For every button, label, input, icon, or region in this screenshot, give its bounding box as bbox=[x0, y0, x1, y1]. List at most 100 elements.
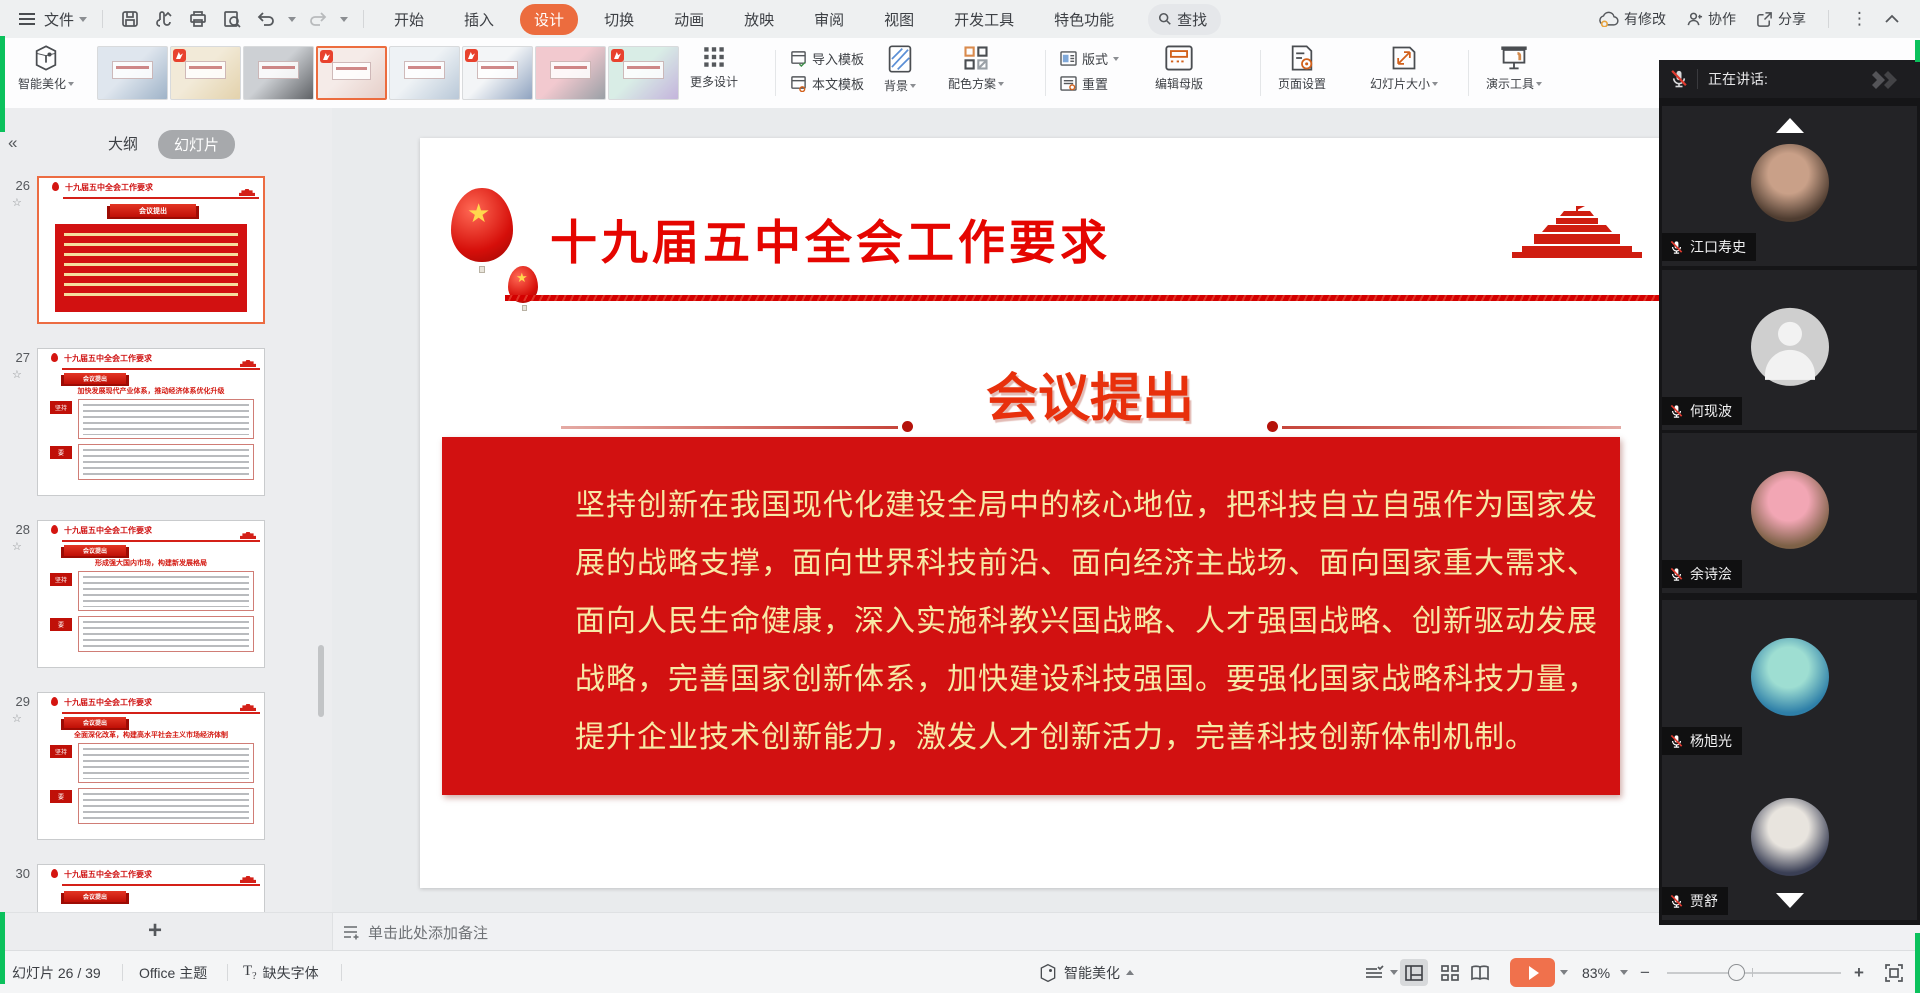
reading-view-button[interactable] bbox=[1466, 959, 1494, 986]
template-thumbnail-8[interactable] bbox=[608, 46, 679, 100]
share-button[interactable]: 分享 bbox=[1748, 9, 1814, 29]
template-preview-block bbox=[258, 61, 299, 79]
collapse-panel-button[interactable]: « bbox=[8, 133, 17, 153]
slide-thumbnail-26[interactable]: 十九届五中全会工作要求会议提出 bbox=[37, 176, 265, 324]
template-thumbnail-3[interactable] bbox=[243, 46, 314, 100]
file-menu[interactable]: 文件 bbox=[44, 9, 74, 30]
tab-outline[interactable]: 大纲 bbox=[108, 133, 138, 154]
zoom-slider-track[interactable] bbox=[1667, 972, 1841, 974]
more-designs-button[interactable]: 更多设计 bbox=[690, 44, 738, 90]
hamburger-menu-icon[interactable] bbox=[17, 9, 37, 29]
background-button[interactable]: 背景 bbox=[884, 44, 916, 94]
slideshow-play-button[interactable] bbox=[1510, 958, 1555, 987]
template-thumbnail-7[interactable] bbox=[535, 46, 606, 100]
file-menu-caret[interactable] bbox=[79, 17, 87, 22]
avatar bbox=[1751, 308, 1829, 386]
print-icon[interactable] bbox=[188, 9, 208, 29]
participant-tile-2[interactable]: 何现波 bbox=[1662, 270, 1917, 430]
menu-tab-5[interactable]: 动画 bbox=[660, 4, 718, 35]
edit-master-button[interactable]: 编辑母版 bbox=[1155, 44, 1203, 92]
slide-number-30: 30 bbox=[6, 866, 30, 881]
modified-status[interactable]: 有修改 bbox=[1591, 9, 1674, 29]
zoom-caret[interactable] bbox=[1620, 970, 1628, 975]
menu-tab-8[interactable]: 视图 bbox=[870, 4, 928, 35]
page-setup-label: 页面设置 bbox=[1278, 75, 1326, 92]
undo-icon[interactable] bbox=[256, 9, 276, 29]
quick-access-caret[interactable] bbox=[340, 17, 348, 22]
add-slide-button[interactable]: + bbox=[148, 917, 162, 945]
menu-tab-7[interactable]: 审阅 bbox=[800, 4, 858, 35]
template-thumbnail-5[interactable] bbox=[389, 46, 460, 100]
fit-screen-button[interactable] bbox=[1880, 959, 1908, 986]
color-scheme-button[interactable]: 配色方案 bbox=[948, 44, 1004, 92]
theme-name[interactable]: Office 主题 bbox=[139, 951, 207, 993]
smart-beautify-button[interactable]: 智能美化 bbox=[18, 44, 74, 92]
slide-26[interactable]: ★ ★ 十九届五中全会工作要求 bbox=[420, 138, 1660, 888]
present-tools-button[interactable]: 演示工具 bbox=[1486, 44, 1542, 92]
section-heading[interactable]: 会议提出 bbox=[980, 356, 1200, 431]
reset-button[interactable]: 重置 bbox=[1060, 74, 1119, 93]
zoom-percent[interactable]: 83% bbox=[1582, 951, 1610, 993]
export-icon[interactable] bbox=[154, 9, 174, 29]
background-icon bbox=[887, 44, 913, 74]
menu-tab-3[interactable]: 设计 bbox=[520, 4, 578, 35]
slide-title[interactable]: 十九届五中全会工作要求 bbox=[550, 204, 1111, 273]
slide-thumbnail-panel: « 大纲 幻灯片 26☆十九届五中全会工作要求会议提出27☆十九届五中全会工作要… bbox=[0, 108, 332, 912]
notes-toggle-button[interactable] bbox=[1364, 951, 1384, 993]
collaborate-button[interactable]: 协作 bbox=[1678, 9, 1744, 29]
zoom-slider-tick bbox=[1752, 968, 1753, 977]
doc-template-button[interactable]: 本文模板 bbox=[790, 74, 864, 93]
layout-button[interactable]: 版式 bbox=[1060, 49, 1119, 68]
mini-text-box bbox=[78, 788, 254, 824]
template-thumbnail-4[interactable] bbox=[316, 46, 387, 100]
slide-thumbnail-30[interactable]: 十九届五中全会工作要求会议提出 bbox=[37, 864, 265, 912]
menu-tab-1[interactable]: 开始 bbox=[380, 4, 438, 35]
scroll-down-arrow[interactable] bbox=[1776, 893, 1804, 908]
menu-tab-4[interactable]: 切换 bbox=[590, 4, 648, 35]
slide-thumbnail-28[interactable]: 十九届五中全会工作要求会议提出形成强大国内市场，构建新发展格局坚持要 bbox=[37, 520, 265, 668]
save-icon[interactable] bbox=[120, 9, 140, 29]
page-setup-button[interactable]: 页面设置 bbox=[1278, 44, 1326, 92]
missing-font-button[interactable]: T? 缺失字体 bbox=[243, 951, 319, 993]
collapse-ribbon-icon[interactable] bbox=[1884, 14, 1900, 24]
content-red-box[interactable]: 坚持创新在我国现代化建设全局中的核心地位，把科技自立自强作为国家发 展的战略支撑… bbox=[442, 437, 1620, 795]
zoom-in-button[interactable]: + bbox=[1854, 951, 1864, 993]
participant-name-badge: 杨旭光 bbox=[1662, 727, 1742, 755]
slide-size-icon bbox=[1390, 44, 1418, 72]
notes-bar[interactable]: 单击此处添加备注 bbox=[332, 912, 1660, 951]
slide-size-button[interactable]: 幻灯片大小 bbox=[1370, 44, 1438, 92]
find-button[interactable]: 查找 bbox=[1148, 4, 1221, 35]
redo-icon[interactable] bbox=[308, 9, 328, 29]
zoom-out-button[interactable]: − bbox=[1640, 951, 1650, 993]
menu-tab-2[interactable]: 插入 bbox=[450, 4, 508, 35]
undo-caret[interactable] bbox=[288, 17, 296, 22]
mini-ribbon: 会议提出 bbox=[110, 204, 196, 217]
divider bbox=[102, 10, 103, 28]
menu-tab-9[interactable]: 开发工具 bbox=[940, 4, 1028, 35]
participant-tile-4[interactable]: 杨旭光 bbox=[1662, 600, 1917, 760]
play-options-caret[interactable] bbox=[1560, 970, 1568, 975]
zoom-slider-knob[interactable] bbox=[1728, 964, 1745, 981]
slide-thumbnail-29[interactable]: 十九届五中全会工作要求会议提出全面深化改革，构建高水平社会主义市场经济体制坚持要 bbox=[37, 692, 265, 840]
mic-muted-icon[interactable] bbox=[1669, 69, 1689, 89]
menu-tab-6[interactable]: 放映 bbox=[730, 4, 788, 35]
menu-tab-10[interactable]: 特色功能 bbox=[1040, 4, 1128, 35]
template-thumbnail-6[interactable] bbox=[462, 46, 533, 100]
avatar bbox=[1751, 798, 1829, 876]
participant-tile-3[interactable]: 余诗浍 bbox=[1662, 433, 1917, 593]
template-thumbnail-1[interactable] bbox=[97, 46, 168, 100]
normal-view-button[interactable] bbox=[1400, 959, 1428, 986]
status-beautify-button[interactable]: 智能美化 bbox=[1038, 951, 1134, 993]
print-preview-icon[interactable] bbox=[222, 9, 242, 29]
notes-toggle-caret[interactable] bbox=[1390, 970, 1398, 975]
scroll-up-arrow[interactable] bbox=[1776, 118, 1804, 133]
slide-sorter-button[interactable] bbox=[1436, 959, 1464, 986]
import-template-button[interactable]: 导入模板 bbox=[790, 49, 864, 68]
template-preview-block bbox=[332, 62, 371, 80]
tab-slides[interactable]: 幻灯片 bbox=[158, 130, 235, 159]
slide-number-27: 27 bbox=[6, 350, 30, 365]
more-options-icon[interactable]: ⋮ bbox=[1843, 9, 1876, 29]
panel-scrollbar[interactable] bbox=[318, 645, 324, 717]
template-thumbnail-2[interactable] bbox=[170, 46, 241, 100]
slide-thumbnail-27[interactable]: 十九届五中全会工作要求会议提出加快发展现代产业体系，推动经济体系优化升级坚持要 bbox=[37, 348, 265, 496]
